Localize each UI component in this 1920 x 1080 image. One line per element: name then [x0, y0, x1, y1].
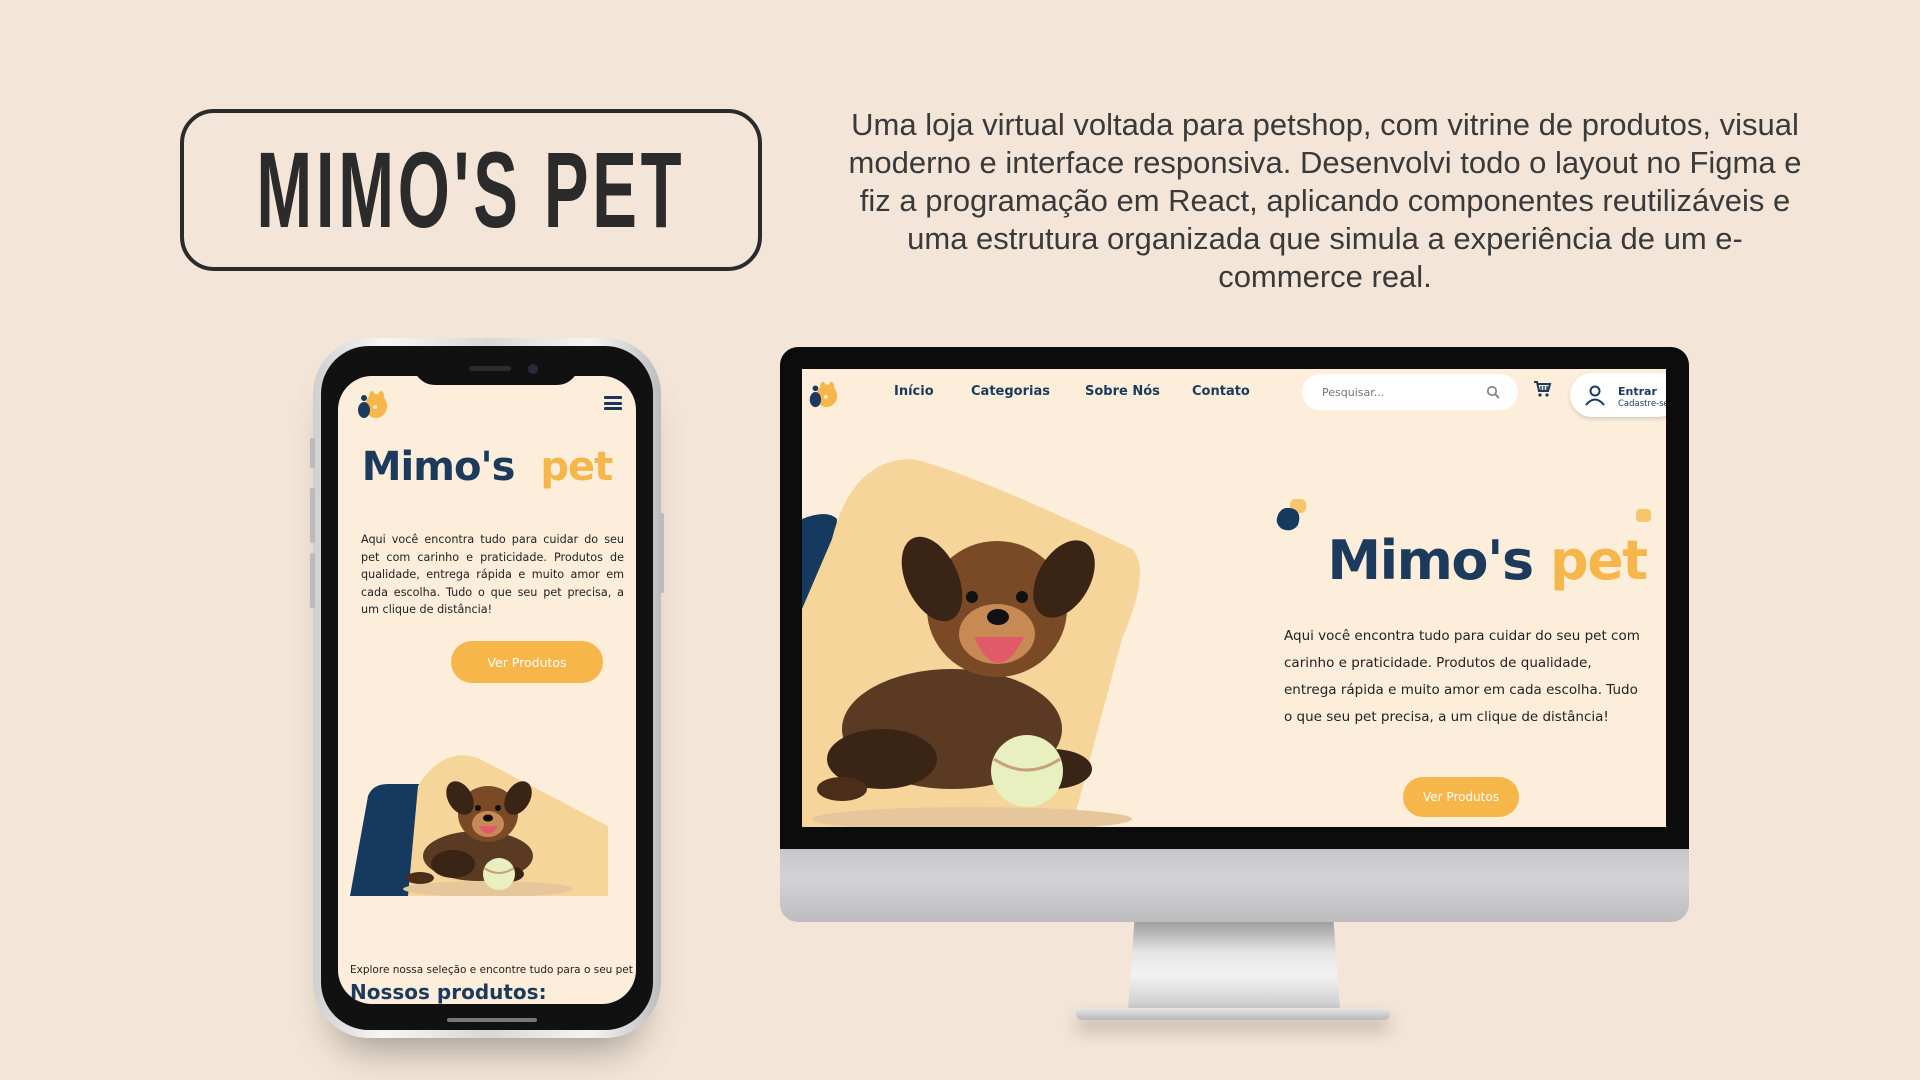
brand-part1: Mimo's — [361, 444, 516, 490]
cart-icon[interactable] — [1532, 379, 1552, 399]
puppy-hero-illustration — [802, 459, 1140, 827]
nav-sobre-nos[interactable]: Sobre Nós — [1085, 384, 1160, 399]
login-button[interactable]: Entrar Cadastre-se — [1570, 373, 1666, 417]
mobile-explore-text: Explore nossa seleção e encontre tudo pa… — [350, 964, 633, 976]
phone-volume-up — [310, 488, 315, 543]
speaker-grille — [469, 366, 511, 371]
phone-bezel: Mimo's pet Aqui você encontra tudo para … — [321, 346, 653, 1030]
phone-volume-down — [310, 553, 315, 608]
desktop-hero-text: Aqui você encontra tudo para cuidar do s… — [1284, 628, 1640, 725]
puppy-hero-illustration — [350, 755, 608, 896]
nav-inicio[interactable]: Início — [894, 384, 934, 399]
phone-power-button — [659, 513, 664, 593]
phone-notch — [413, 353, 579, 385]
desktop-site-screen: Início Categorias Sobre Nós Contato Entr… — [802, 369, 1666, 827]
home-indicator — [447, 1018, 537, 1022]
desktop-brand-heading: Mimo's pet — [1287, 529, 1666, 592]
brand-part1: Mimo's — [1327, 529, 1534, 592]
phone-mockup: Mimo's pet Aqui você encontra tudo para … — [310, 338, 664, 1038]
mobile-hero-text: Aqui você encontra tudo para cuidar do s… — [361, 533, 624, 616]
project-title-box: MIMO'S PET — [180, 109, 762, 271]
brand-part2: pet — [1550, 529, 1648, 592]
monitor-stand-base — [1076, 1008, 1390, 1020]
signup-label: Cadastre-se — [1618, 399, 1666, 409]
nav-categorias[interactable]: Categorias — [971, 384, 1050, 399]
hamburger-icon[interactable] — [604, 396, 622, 410]
mobile-site-screen: Mimo's pet Aqui você encontra tudo para … — [338, 376, 636, 1004]
phone-side-button — [310, 438, 315, 468]
decorative-dot — [1636, 509, 1651, 522]
user-icon — [1585, 385, 1605, 406]
mobile-brand-heading: Mimo's pet — [338, 444, 636, 490]
desktop-ver-produtos-button[interactable]: Ver Produtos — [1403, 777, 1519, 817]
monitor-chin — [780, 849, 1689, 922]
project-title: MIMO'S PET — [256, 129, 686, 250]
nav-contato[interactable]: Contato — [1192, 384, 1250, 399]
brand-part2: pet — [540, 444, 613, 490]
search-icon[interactable] — [1486, 385, 1500, 399]
mobile-products-heading: Nossos produtos: — [350, 980, 547, 1004]
mobile-ver-produtos-button[interactable]: Ver Produtos — [451, 641, 603, 683]
monitor-stand-neck — [1128, 922, 1340, 1010]
login-label: Entrar — [1618, 385, 1657, 398]
front-camera — [528, 364, 538, 374]
mimos-pet-logo-icon[interactable] — [354, 386, 388, 420]
mimos-pet-logo-icon[interactable] — [806, 377, 838, 409]
project-description: Uma loja virtual voltada para petshop, c… — [848, 107, 1802, 294]
